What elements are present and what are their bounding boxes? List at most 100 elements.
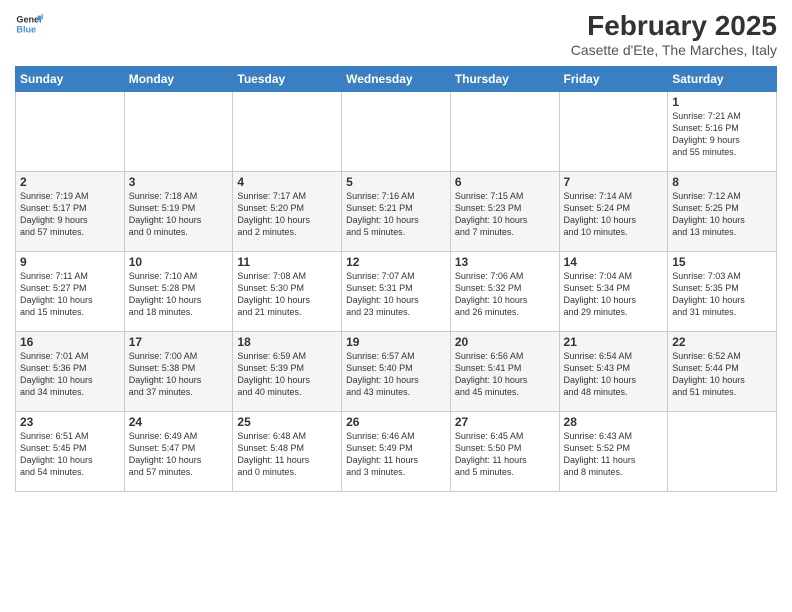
day-info: Sunrise: 6:52 AM Sunset: 5:44 PM Dayligh…: [672, 350, 772, 399]
day-number: 28: [564, 415, 664, 429]
day-number: 17: [129, 335, 229, 349]
calendar: Sunday Monday Tuesday Wednesday Thursday…: [15, 66, 777, 492]
day-info: Sunrise: 7:17 AM Sunset: 5:20 PM Dayligh…: [237, 190, 337, 239]
calendar-cell: 20Sunrise: 6:56 AM Sunset: 5:41 PM Dayli…: [450, 332, 559, 412]
calendar-week-0: 1Sunrise: 7:21 AM Sunset: 5:16 PM Daylig…: [16, 92, 777, 172]
calendar-cell: 2Sunrise: 7:19 AM Sunset: 5:17 PM Daylig…: [16, 172, 125, 252]
calendar-cell: [559, 92, 668, 172]
calendar-header-row: Sunday Monday Tuesday Wednesday Thursday…: [16, 67, 777, 92]
calendar-cell: 17Sunrise: 7:00 AM Sunset: 5:38 PM Dayli…: [124, 332, 233, 412]
day-number: 16: [20, 335, 120, 349]
calendar-cell: [16, 92, 125, 172]
calendar-cell: 23Sunrise: 6:51 AM Sunset: 5:45 PM Dayli…: [16, 412, 125, 492]
col-wednesday: Wednesday: [342, 67, 451, 92]
day-number: 19: [346, 335, 446, 349]
day-number: 8: [672, 175, 772, 189]
calendar-cell: 19Sunrise: 6:57 AM Sunset: 5:40 PM Dayli…: [342, 332, 451, 412]
day-info: Sunrise: 6:43 AM Sunset: 5:52 PM Dayligh…: [564, 430, 664, 479]
calendar-cell: 27Sunrise: 6:45 AM Sunset: 5:50 PM Dayli…: [450, 412, 559, 492]
calendar-cell: 7Sunrise: 7:14 AM Sunset: 5:24 PM Daylig…: [559, 172, 668, 252]
calendar-cell: [233, 92, 342, 172]
calendar-cell: 11Sunrise: 7:08 AM Sunset: 5:30 PM Dayli…: [233, 252, 342, 332]
day-number: 24: [129, 415, 229, 429]
calendar-cell: [450, 92, 559, 172]
calendar-cell: 6Sunrise: 7:15 AM Sunset: 5:23 PM Daylig…: [450, 172, 559, 252]
calendar-week-1: 2Sunrise: 7:19 AM Sunset: 5:17 PM Daylig…: [16, 172, 777, 252]
day-info: Sunrise: 7:16 AM Sunset: 5:21 PM Dayligh…: [346, 190, 446, 239]
day-number: 22: [672, 335, 772, 349]
day-info: Sunrise: 7:18 AM Sunset: 5:19 PM Dayligh…: [129, 190, 229, 239]
calendar-cell: [124, 92, 233, 172]
day-number: 4: [237, 175, 337, 189]
day-info: Sunrise: 7:07 AM Sunset: 5:31 PM Dayligh…: [346, 270, 446, 319]
header: General Blue February 2025 Casette d'Ete…: [15, 10, 777, 58]
calendar-cell: 3Sunrise: 7:18 AM Sunset: 5:19 PM Daylig…: [124, 172, 233, 252]
calendar-cell: 21Sunrise: 6:54 AM Sunset: 5:43 PM Dayli…: [559, 332, 668, 412]
calendar-cell: 8Sunrise: 7:12 AM Sunset: 5:25 PM Daylig…: [668, 172, 777, 252]
day-info: Sunrise: 7:21 AM Sunset: 5:16 PM Dayligh…: [672, 110, 772, 159]
day-number: 5: [346, 175, 446, 189]
day-number: 25: [237, 415, 337, 429]
calendar-cell: 24Sunrise: 6:49 AM Sunset: 5:47 PM Dayli…: [124, 412, 233, 492]
day-info: Sunrise: 6:45 AM Sunset: 5:50 PM Dayligh…: [455, 430, 555, 479]
calendar-cell: [668, 412, 777, 492]
day-info: Sunrise: 6:48 AM Sunset: 5:48 PM Dayligh…: [237, 430, 337, 479]
col-sunday: Sunday: [16, 67, 125, 92]
day-number: 14: [564, 255, 664, 269]
day-info: Sunrise: 7:08 AM Sunset: 5:30 PM Dayligh…: [237, 270, 337, 319]
calendar-cell: 14Sunrise: 7:04 AM Sunset: 5:34 PM Dayli…: [559, 252, 668, 332]
day-info: Sunrise: 6:56 AM Sunset: 5:41 PM Dayligh…: [455, 350, 555, 399]
day-info: Sunrise: 7:03 AM Sunset: 5:35 PM Dayligh…: [672, 270, 772, 319]
day-info: Sunrise: 6:57 AM Sunset: 5:40 PM Dayligh…: [346, 350, 446, 399]
day-number: 18: [237, 335, 337, 349]
day-number: 2: [20, 175, 120, 189]
day-info: Sunrise: 7:12 AM Sunset: 5:25 PM Dayligh…: [672, 190, 772, 239]
day-number: 15: [672, 255, 772, 269]
day-number: 12: [346, 255, 446, 269]
day-info: Sunrise: 6:49 AM Sunset: 5:47 PM Dayligh…: [129, 430, 229, 479]
day-info: Sunrise: 7:14 AM Sunset: 5:24 PM Dayligh…: [564, 190, 664, 239]
calendar-cell: 10Sunrise: 7:10 AM Sunset: 5:28 PM Dayli…: [124, 252, 233, 332]
col-thursday: Thursday: [450, 67, 559, 92]
day-info: Sunrise: 7:10 AM Sunset: 5:28 PM Dayligh…: [129, 270, 229, 319]
day-number: 10: [129, 255, 229, 269]
col-monday: Monday: [124, 67, 233, 92]
day-info: Sunrise: 7:11 AM Sunset: 5:27 PM Dayligh…: [20, 270, 120, 319]
day-number: 27: [455, 415, 555, 429]
calendar-cell: 22Sunrise: 6:52 AM Sunset: 5:44 PM Dayli…: [668, 332, 777, 412]
col-saturday: Saturday: [668, 67, 777, 92]
day-info: Sunrise: 6:59 AM Sunset: 5:39 PM Dayligh…: [237, 350, 337, 399]
day-info: Sunrise: 7:00 AM Sunset: 5:38 PM Dayligh…: [129, 350, 229, 399]
day-info: Sunrise: 7:06 AM Sunset: 5:32 PM Dayligh…: [455, 270, 555, 319]
calendar-week-4: 23Sunrise: 6:51 AM Sunset: 5:45 PM Dayli…: [16, 412, 777, 492]
page: General Blue February 2025 Casette d'Ete…: [0, 0, 792, 612]
calendar-cell: 25Sunrise: 6:48 AM Sunset: 5:48 PM Dayli…: [233, 412, 342, 492]
day-info: Sunrise: 7:15 AM Sunset: 5:23 PM Dayligh…: [455, 190, 555, 239]
day-number: 21: [564, 335, 664, 349]
calendar-week-3: 16Sunrise: 7:01 AM Sunset: 5:36 PM Dayli…: [16, 332, 777, 412]
calendar-cell: 4Sunrise: 7:17 AM Sunset: 5:20 PM Daylig…: [233, 172, 342, 252]
logo: General Blue: [15, 10, 43, 38]
day-number: 23: [20, 415, 120, 429]
calendar-cell: 16Sunrise: 7:01 AM Sunset: 5:36 PM Dayli…: [16, 332, 125, 412]
day-info: Sunrise: 6:46 AM Sunset: 5:49 PM Dayligh…: [346, 430, 446, 479]
day-info: Sunrise: 7:04 AM Sunset: 5:34 PM Dayligh…: [564, 270, 664, 319]
calendar-cell: 15Sunrise: 7:03 AM Sunset: 5:35 PM Dayli…: [668, 252, 777, 332]
day-info: Sunrise: 7:19 AM Sunset: 5:17 PM Dayligh…: [20, 190, 120, 239]
day-number: 11: [237, 255, 337, 269]
day-info: Sunrise: 7:01 AM Sunset: 5:36 PM Dayligh…: [20, 350, 120, 399]
calendar-cell: 26Sunrise: 6:46 AM Sunset: 5:49 PM Dayli…: [342, 412, 451, 492]
calendar-cell: 9Sunrise: 7:11 AM Sunset: 5:27 PM Daylig…: [16, 252, 125, 332]
calendar-cell: 18Sunrise: 6:59 AM Sunset: 5:39 PM Dayli…: [233, 332, 342, 412]
day-info: Sunrise: 6:54 AM Sunset: 5:43 PM Dayligh…: [564, 350, 664, 399]
calendar-week-2: 9Sunrise: 7:11 AM Sunset: 5:27 PM Daylig…: [16, 252, 777, 332]
calendar-cell: 1Sunrise: 7:21 AM Sunset: 5:16 PM Daylig…: [668, 92, 777, 172]
calendar-cell: 12Sunrise: 7:07 AM Sunset: 5:31 PM Dayli…: [342, 252, 451, 332]
day-number: 6: [455, 175, 555, 189]
day-number: 1: [672, 95, 772, 109]
day-number: 7: [564, 175, 664, 189]
day-info: Sunrise: 6:51 AM Sunset: 5:45 PM Dayligh…: [20, 430, 120, 479]
logo-icon: General Blue: [15, 10, 43, 38]
calendar-cell: [342, 92, 451, 172]
calendar-cell: 28Sunrise: 6:43 AM Sunset: 5:52 PM Dayli…: [559, 412, 668, 492]
